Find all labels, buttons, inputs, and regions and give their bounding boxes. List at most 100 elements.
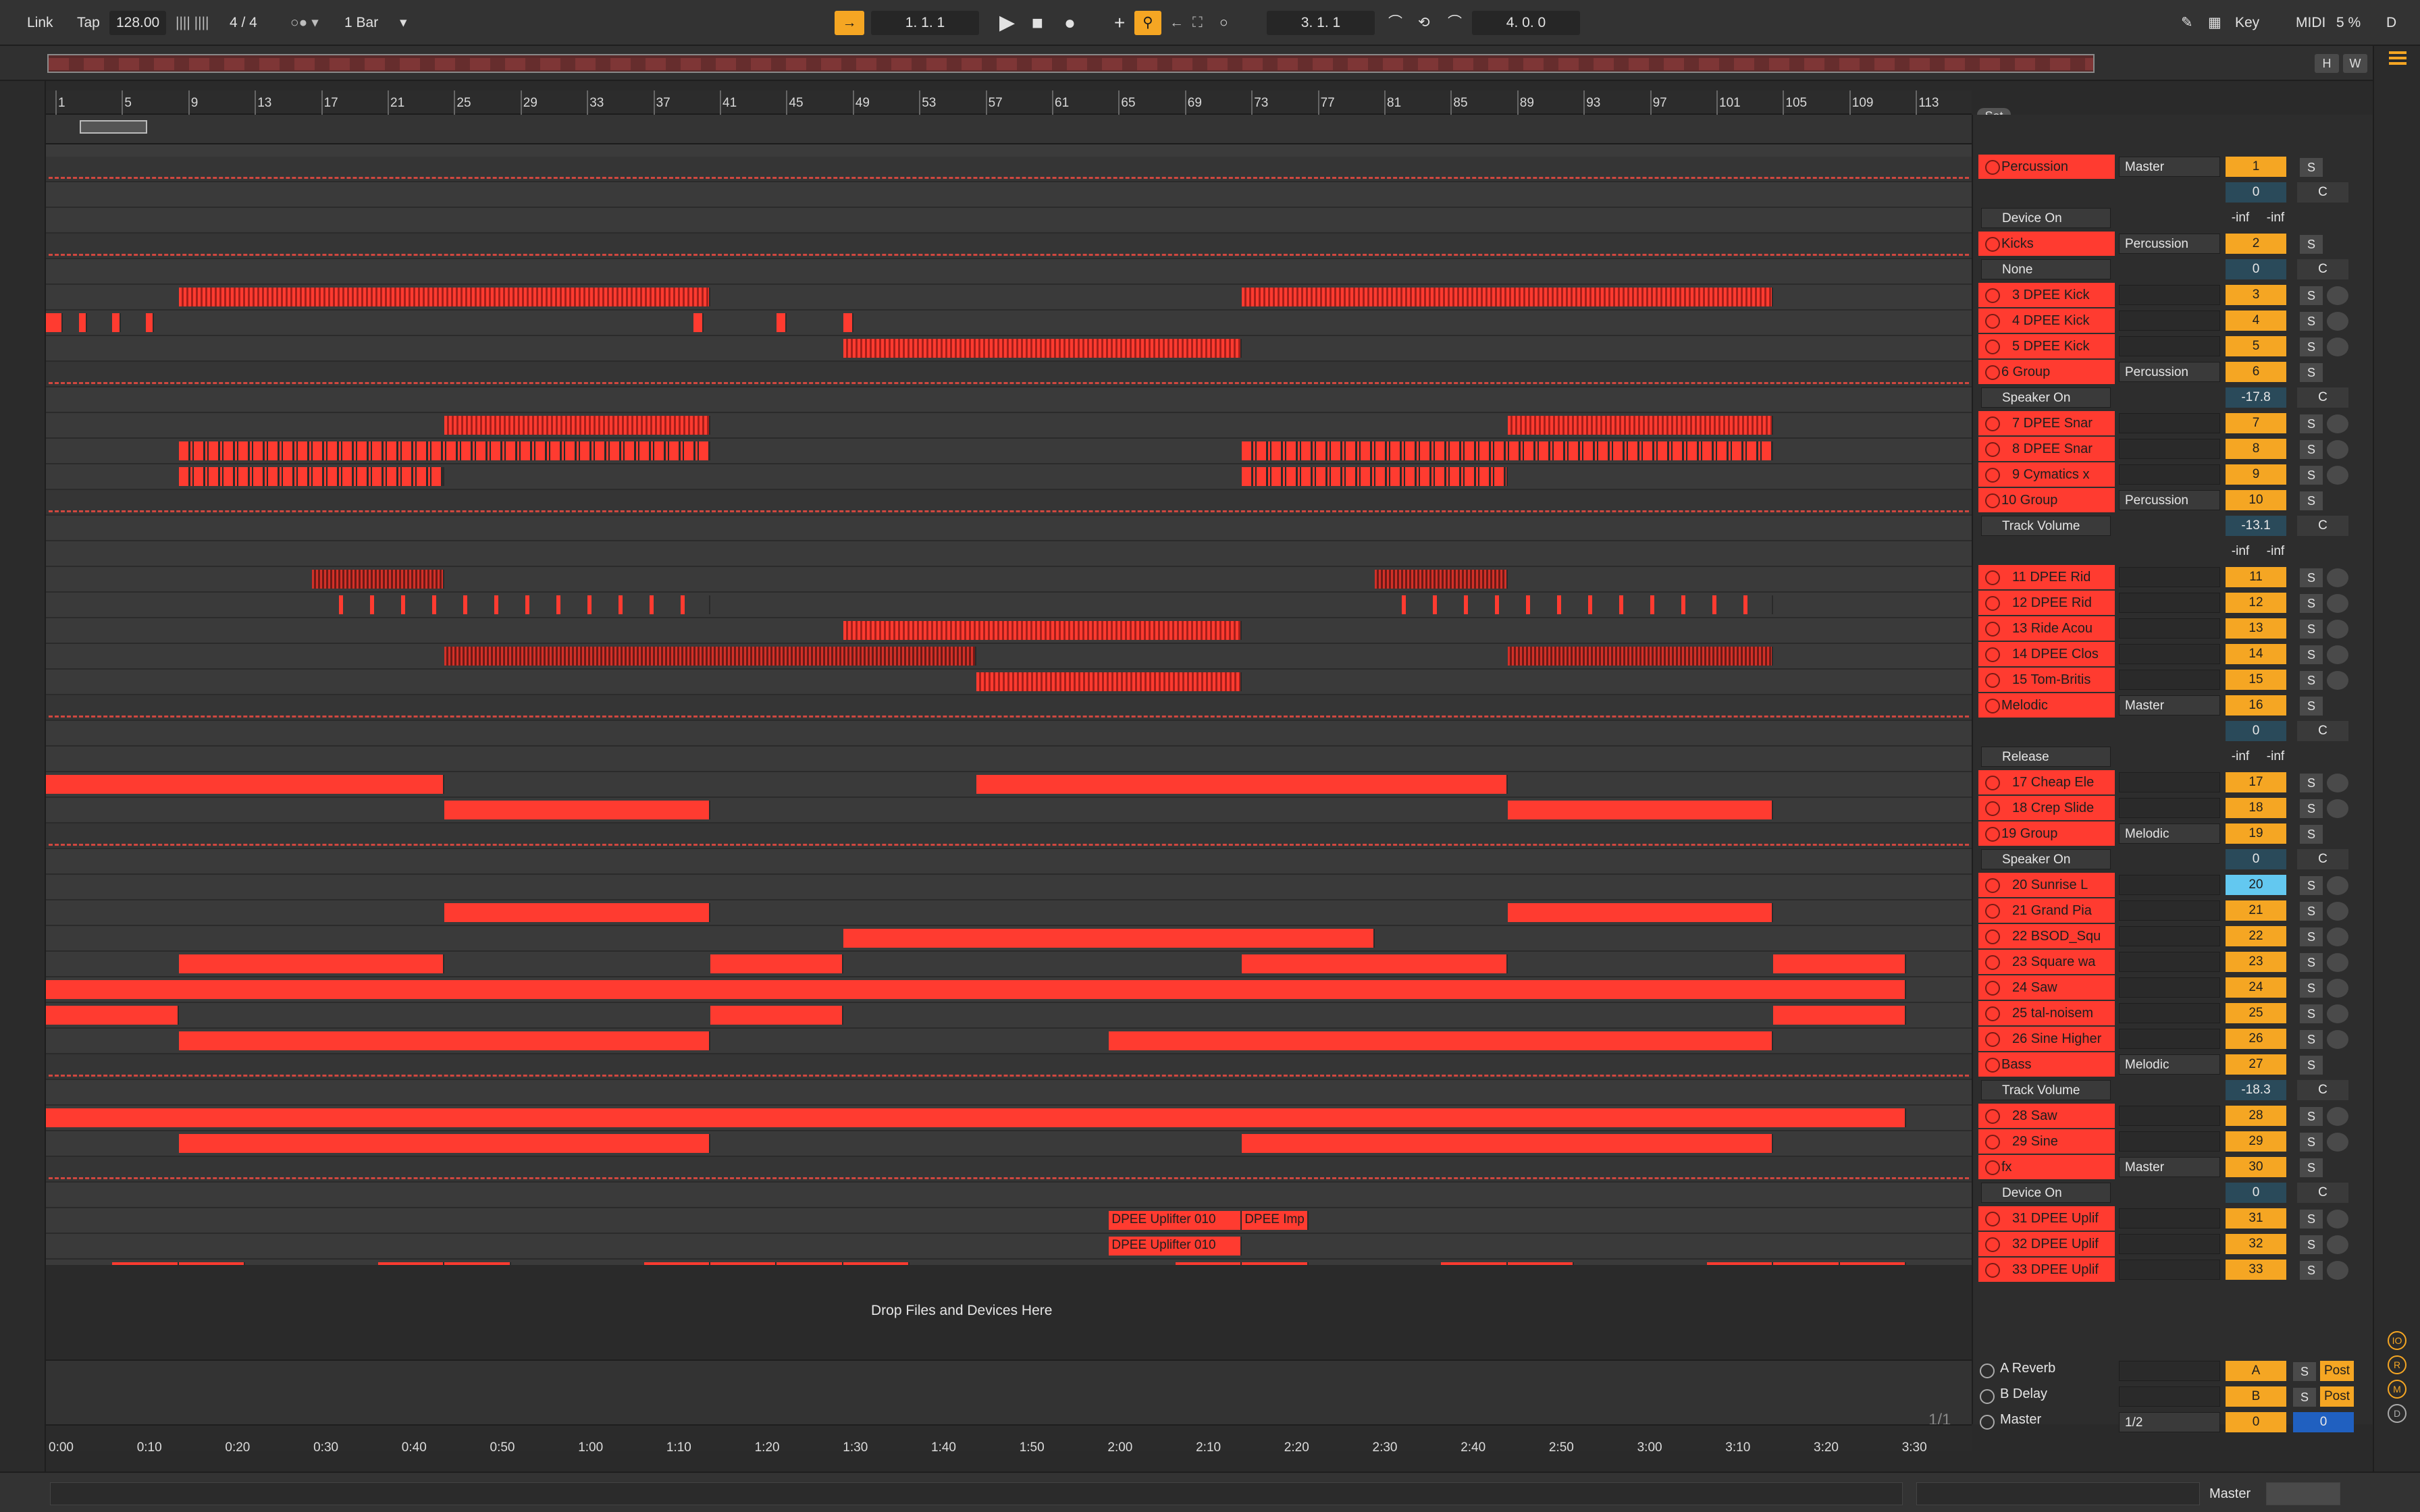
solo-button[interactable]: S xyxy=(2300,876,2323,895)
fx-clip[interactable]: DPEE Upli xyxy=(112,1262,179,1265)
loop-length-field[interactable]: 4. 0. 0 xyxy=(1472,11,1580,35)
track-activator[interactable]: 29 xyxy=(2226,1131,2286,1152)
track-activator[interactable]: 10 xyxy=(2226,490,2286,510)
output-routing-select[interactable] xyxy=(2119,593,2220,613)
track-activator[interactable]: 17 xyxy=(2226,772,2286,792)
track-header[interactable]: 14 DPEE Clos xyxy=(1978,642,2115,666)
track-header[interactable]: 25 tal-noisem xyxy=(1978,1001,2115,1025)
return-track-name[interactable]: B Delay xyxy=(2000,1386,2047,1402)
solo-button[interactable]: S xyxy=(2300,1056,2323,1075)
audio-clip[interactable] xyxy=(843,313,853,332)
output-routing-select[interactable] xyxy=(2119,926,2220,946)
pan-knob[interactable]: C xyxy=(2297,259,2348,279)
time-signature[interactable]: 4 / 4 xyxy=(223,11,264,35)
draw-mode-icon[interactable]: ✎ xyxy=(2174,11,2200,35)
audio-clip[interactable] xyxy=(311,595,710,614)
track-lane[interactable] xyxy=(46,849,1972,875)
track-lane[interactable] xyxy=(46,721,1972,747)
track-activator[interactable]: 25 xyxy=(2226,1003,2286,1023)
audio-clip[interactable] xyxy=(311,570,445,589)
return-track-name[interactable]: A Reverb xyxy=(2000,1361,2055,1376)
solo-button[interactable]: S xyxy=(2300,1235,2323,1254)
arm-button[interactable] xyxy=(2327,671,2348,690)
arm-button[interactable] xyxy=(2327,620,2348,639)
track-activator[interactable]: 30 xyxy=(2226,1157,2286,1177)
track-play-icon[interactable] xyxy=(1985,416,2000,431)
audio-clip[interactable] xyxy=(444,416,710,435)
solo-button[interactable]: S xyxy=(2300,286,2323,305)
output-routing-select[interactable]: Percussion xyxy=(2119,234,2220,254)
return-track-name[interactable]: Master xyxy=(2000,1412,2041,1428)
track-header[interactable]: 5 DPEE Kick xyxy=(1978,334,2115,358)
audio-clip[interactable] xyxy=(178,1134,710,1153)
audio-clip[interactable] xyxy=(46,1006,179,1025)
track-play-icon[interactable] xyxy=(1985,1109,2000,1124)
solo-button[interactable]: S xyxy=(2300,825,2323,844)
group-track-header[interactable]: Melodic xyxy=(1978,693,2115,718)
group-track-header[interactable]: Bass xyxy=(1978,1052,2115,1077)
track-lane[interactable] xyxy=(46,259,1972,285)
solo-button[interactable]: S xyxy=(2300,1133,2323,1152)
track-play-icon[interactable] xyxy=(1985,340,2000,354)
menu-icon[interactable] xyxy=(2389,51,2406,54)
solo-button[interactable]: S xyxy=(2300,414,2323,433)
audio-clip[interactable] xyxy=(46,1108,1907,1127)
nudge-icon[interactable]: |||| |||| xyxy=(169,11,215,35)
arm-button[interactable] xyxy=(2327,1210,2348,1228)
audio-clip[interactable] xyxy=(1242,1134,1774,1153)
fx-clip[interactable]: DPEE Upl xyxy=(1242,1262,1309,1265)
solo-button[interactable]: S xyxy=(2300,1030,2323,1049)
solo-button[interactable]: S xyxy=(2300,466,2323,485)
solo-button[interactable]: S xyxy=(2300,158,2323,177)
arm-button[interactable] xyxy=(2327,286,2348,305)
tap-button[interactable]: Tap xyxy=(70,11,107,35)
time-ruler[interactable]: 0:00 0:10 0:20 0:30 0:40 0:50 1:00 1:10 1:20 1:30… xyxy=(46,1424,1972,1455)
track-activator[interactable]: 8 xyxy=(2226,439,2286,459)
solo-button[interactable]: S xyxy=(2300,620,2323,639)
beat-time-ruler[interactable]: 1 5 9 13 17 21 25 29 33 37 41 45 49 53 57 61 65 69 73 77 81 8… xyxy=(46,90,1972,115)
track-header[interactable]: 18 Crep Slide xyxy=(1978,796,2115,820)
output-routing-select[interactable] xyxy=(2119,618,2220,639)
output-routing-select[interactable] xyxy=(2119,952,2220,972)
track-lane[interactable] xyxy=(46,208,1972,234)
return-fold-icon[interactable] xyxy=(1980,1364,1995,1378)
arm-button[interactable] xyxy=(2327,1030,2348,1049)
arm-button[interactable] xyxy=(2327,876,2348,895)
track-activator[interactable]: 6 xyxy=(2226,362,2286,382)
track-header[interactable]: 21 Grand Pia xyxy=(1978,898,2115,923)
output-routing-select[interactable] xyxy=(2119,464,2220,485)
track-activator[interactable]: 15 xyxy=(2226,670,2286,690)
track-header[interactable]: 8 DPEE Snar xyxy=(1978,437,2115,461)
fx-clip[interactable]: DPEE Imp xyxy=(444,1262,511,1265)
output-routing-select[interactable] xyxy=(2119,670,2220,690)
output-routing-select[interactable] xyxy=(2119,336,2220,356)
track-header[interactable]: 9 Cymatics x xyxy=(1978,462,2115,487)
output-routing-select[interactable]: Percussion xyxy=(2119,362,2220,382)
track-play-icon[interactable] xyxy=(1985,673,2000,688)
audio-clip[interactable] xyxy=(444,903,710,922)
fx-clip[interactable]: DPEE Upli xyxy=(1441,1262,1508,1265)
track-lane[interactable] xyxy=(46,1208,1972,1234)
solo-button[interactable]: S xyxy=(2293,1388,2316,1407)
audio-clip[interactable] xyxy=(178,1031,710,1050)
solo-button[interactable]: S xyxy=(2300,1158,2323,1177)
track-lane[interactable] xyxy=(46,516,1972,541)
fx-clip[interactable]: DPEE Upl xyxy=(1839,1262,1907,1265)
link-button[interactable]: Link xyxy=(20,11,60,35)
arm-button[interactable] xyxy=(2327,440,2348,459)
track-header[interactable]: 17 Cheap Ele xyxy=(1978,770,2115,794)
audio-clip[interactable] xyxy=(112,313,121,332)
quantize-select[interactable]: 1 Bar xyxy=(338,11,385,35)
track-volume[interactable]: 0 xyxy=(2226,721,2286,741)
fx-clip[interactable]: DPEE Upl xyxy=(843,1262,910,1265)
track-play-icon[interactable] xyxy=(1985,596,2000,611)
track-play-icon[interactable] xyxy=(1985,776,2000,790)
output-routing-select[interactable] xyxy=(2119,1003,2220,1023)
output-routing-select[interactable]: Melodic xyxy=(2119,824,2220,844)
audio-clip[interactable] xyxy=(1242,954,1508,973)
track-activator[interactable]: 27 xyxy=(2226,1054,2286,1075)
track-activator[interactable]: 12 xyxy=(2226,593,2286,613)
arm-button[interactable] xyxy=(2327,312,2348,331)
device-chooser[interactable]: Speaker On xyxy=(1981,387,2111,408)
return-activator[interactable]: 0 xyxy=(2226,1412,2286,1432)
